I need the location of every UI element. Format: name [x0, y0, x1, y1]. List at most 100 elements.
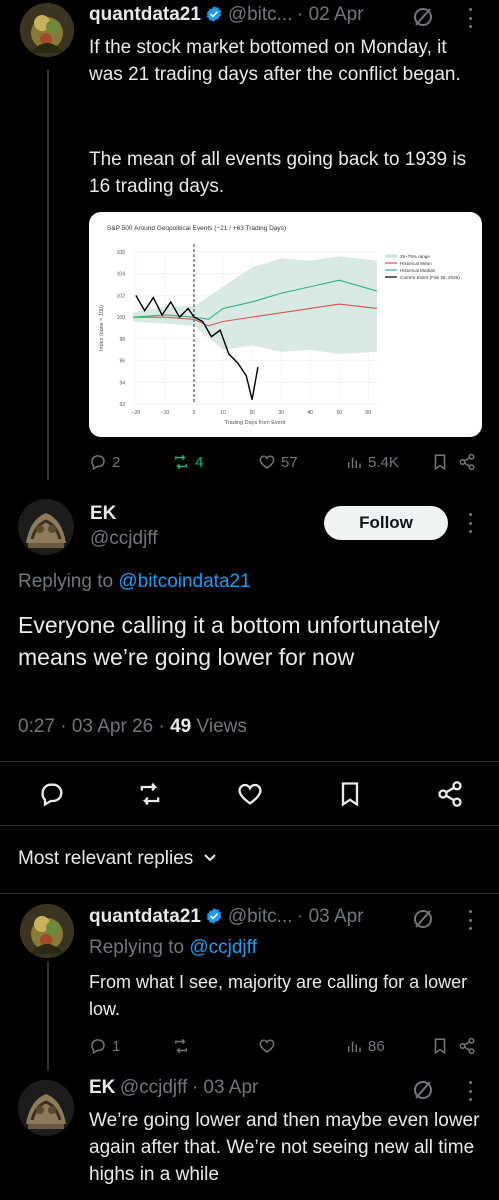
replies-sort-label: Most relevant replies [18, 848, 194, 869]
analytics-icon [348, 457, 361, 468]
replying-to-label: Replying to [89, 937, 185, 958]
chart-x-tick-label: 50 [336, 410, 342, 416]
chart-x-tick-label: −10 [161, 410, 170, 416]
verified-badge-icon [207, 908, 222, 924]
reply-count: 1 [112, 1037, 121, 1055]
avatar-quantdata21[interactable] [20, 3, 74, 57]
chart-x-tick-label: −20 [132, 410, 141, 416]
avatar-quantdata21[interactable] [20, 904, 74, 958]
heart-icon[interactable] [258, 1037, 276, 1055]
views-button[interactable]: 86 [345, 1037, 385, 1055]
reply-button[interactable]: 2 [89, 453, 120, 471]
avatar-ek[interactable] [18, 1080, 74, 1136]
reply-icon[interactable] [38, 780, 66, 808]
chart-svg: S&P 500 Around Geopolitical Events (−21 … [99, 225, 460, 426]
chart-image[interactable]: S&P 500 Around Geopolitical Events (−21 … [89, 212, 482, 437]
grok-slash-icon[interactable] [412, 1079, 434, 1101]
like-button[interactable]: 57 [258, 453, 298, 471]
grok-slash-icon[interactable] [412, 908, 434, 930]
repost-button[interactable]: 4 [172, 453, 203, 471]
replies-sort-dropdown[interactable]: Most relevant replies [18, 848, 217, 870]
heart-icon[interactable] [236, 780, 264, 808]
like-count: 57 [281, 453, 298, 471]
thread-connector [47, 70, 49, 480]
chart-x-tick-label: 40 [307, 410, 313, 416]
chart-legend-label: Historical Median [400, 268, 436, 273]
chart-title: S&P 500 Around Geopolitical Events (−21 … [107, 225, 286, 232]
analytics-icon [348, 1041, 361, 1052]
repost-icon[interactable] [136, 780, 164, 808]
chart-legend-label: 25–75% range [400, 254, 430, 259]
post-date[interactable]: · 03 Apr [297, 906, 364, 927]
tweet3-header: quantdata21 @bitc... · 03 Apr [89, 906, 364, 928]
reply1-author-name[interactable]: EK [90, 503, 116, 525]
post-timestamp[interactable]: 0:27 · 03 Apr 26 · [18, 716, 165, 737]
tweet1-text-p1: If the stock market bottomed on Monday, … [89, 37, 461, 85]
chart-y-tick-label: 94 [119, 380, 125, 386]
divider [0, 761, 499, 762]
reply-count: 2 [112, 453, 121, 471]
tweet4-header: EK @ccjdjff · 03 Apr [89, 1077, 258, 1099]
tweet3-text: From what I see, majority are calling fo… [89, 972, 468, 1019]
reply1-text: Everyone calling it a bottom unfortunate… [18, 612, 440, 670]
share-icon[interactable] [458, 453, 476, 471]
chart-y-tick-label: 100 [117, 315, 126, 321]
chart-x-tick-label: 20 [249, 410, 255, 416]
reply1-meta: 0:27 · 03 Apr 26 · 49 Views [18, 716, 247, 738]
chart-legend-label: Historical Mean [400, 261, 432, 266]
chevron-down-icon [203, 854, 216, 862]
reply1-author-handle[interactable]: @ccjdjff [90, 528, 158, 550]
bookmark-icon[interactable] [431, 1037, 449, 1055]
views-button[interactable]: 5.4K [345, 453, 399, 471]
share-icon[interactable] [436, 780, 464, 808]
avatar-ek[interactable] [18, 499, 74, 555]
grok-slash-icon[interactable] [412, 6, 434, 28]
thread-connector [47, 962, 49, 1070]
reply-button[interactable]: 1 [89, 1037, 120, 1055]
repost-count: 4 [195, 453, 204, 471]
author-name[interactable]: quantdata21 [89, 4, 201, 25]
more-options-icon[interactable] [466, 513, 474, 533]
tweet1-text-p2: The mean of all events going back to 193… [89, 149, 467, 197]
repost-icon[interactable] [172, 1037, 190, 1055]
chart-y-tick-label: 98 [119, 337, 125, 343]
chart-x-tick-label: 60 [366, 410, 372, 416]
share-icon[interactable] [458, 1037, 476, 1055]
chart-legend-label: Current Event (Feb 28, 2026) [400, 275, 460, 280]
chart-y-tick-label: 106 [117, 250, 126, 256]
author-handle[interactable]: @ccjdjff [120, 1077, 188, 1098]
chart-x-tick-label: 0 [193, 410, 196, 416]
replying-to-line: Replying to @ccjdjff [89, 937, 257, 959]
divider [0, 893, 499, 894]
reply-icon [91, 1039, 105, 1055]
divider [0, 825, 499, 826]
more-options-icon[interactable] [466, 8, 474, 28]
more-options-icon[interactable] [466, 1081, 474, 1101]
more-options-icon[interactable] [466, 910, 474, 930]
chart-y-tick-label: 104 [117, 272, 126, 278]
bookmark-icon[interactable] [336, 780, 364, 808]
author-handle[interactable]: @bitc... [228, 906, 293, 927]
tweet4-text: We’re going lower and then maybe even lo… [89, 1110, 480, 1185]
reply-icon [91, 455, 105, 471]
author-name[interactable]: quantdata21 [89, 906, 201, 927]
author-name[interactable]: EK [89, 1077, 115, 1098]
tweet1-header: quantdata21 @bitc... · 02 Apr [89, 4, 364, 26]
follow-button[interactable]: Follow [324, 506, 448, 540]
replying-to-label: Replying to [18, 571, 114, 592]
post-date[interactable]: · 02 Apr [297, 4, 364, 25]
view-count: 5.4K [368, 453, 399, 471]
post-date[interactable]: · 03 Apr [192, 1077, 259, 1098]
bookmark-icon[interactable] [431, 453, 449, 471]
replying-to-handle[interactable]: @ccjdjff [189, 937, 257, 958]
heart-icon [259, 455, 275, 469]
replying-to-line: Replying to @bitcoindata21 [18, 571, 251, 593]
author-handle[interactable]: @bitc... [228, 4, 293, 25]
chart-y-tick-label: 92 [119, 402, 125, 408]
chart-y-tick-label: 102 [117, 293, 126, 299]
repost-icon [175, 454, 187, 470]
replying-to-handle[interactable]: @bitcoindata21 [118, 571, 250, 592]
chart-band-range [133, 256, 377, 355]
chart-x-axis-label: Trading Days from Event [225, 420, 286, 426]
views-count: 49 [170, 716, 192, 737]
